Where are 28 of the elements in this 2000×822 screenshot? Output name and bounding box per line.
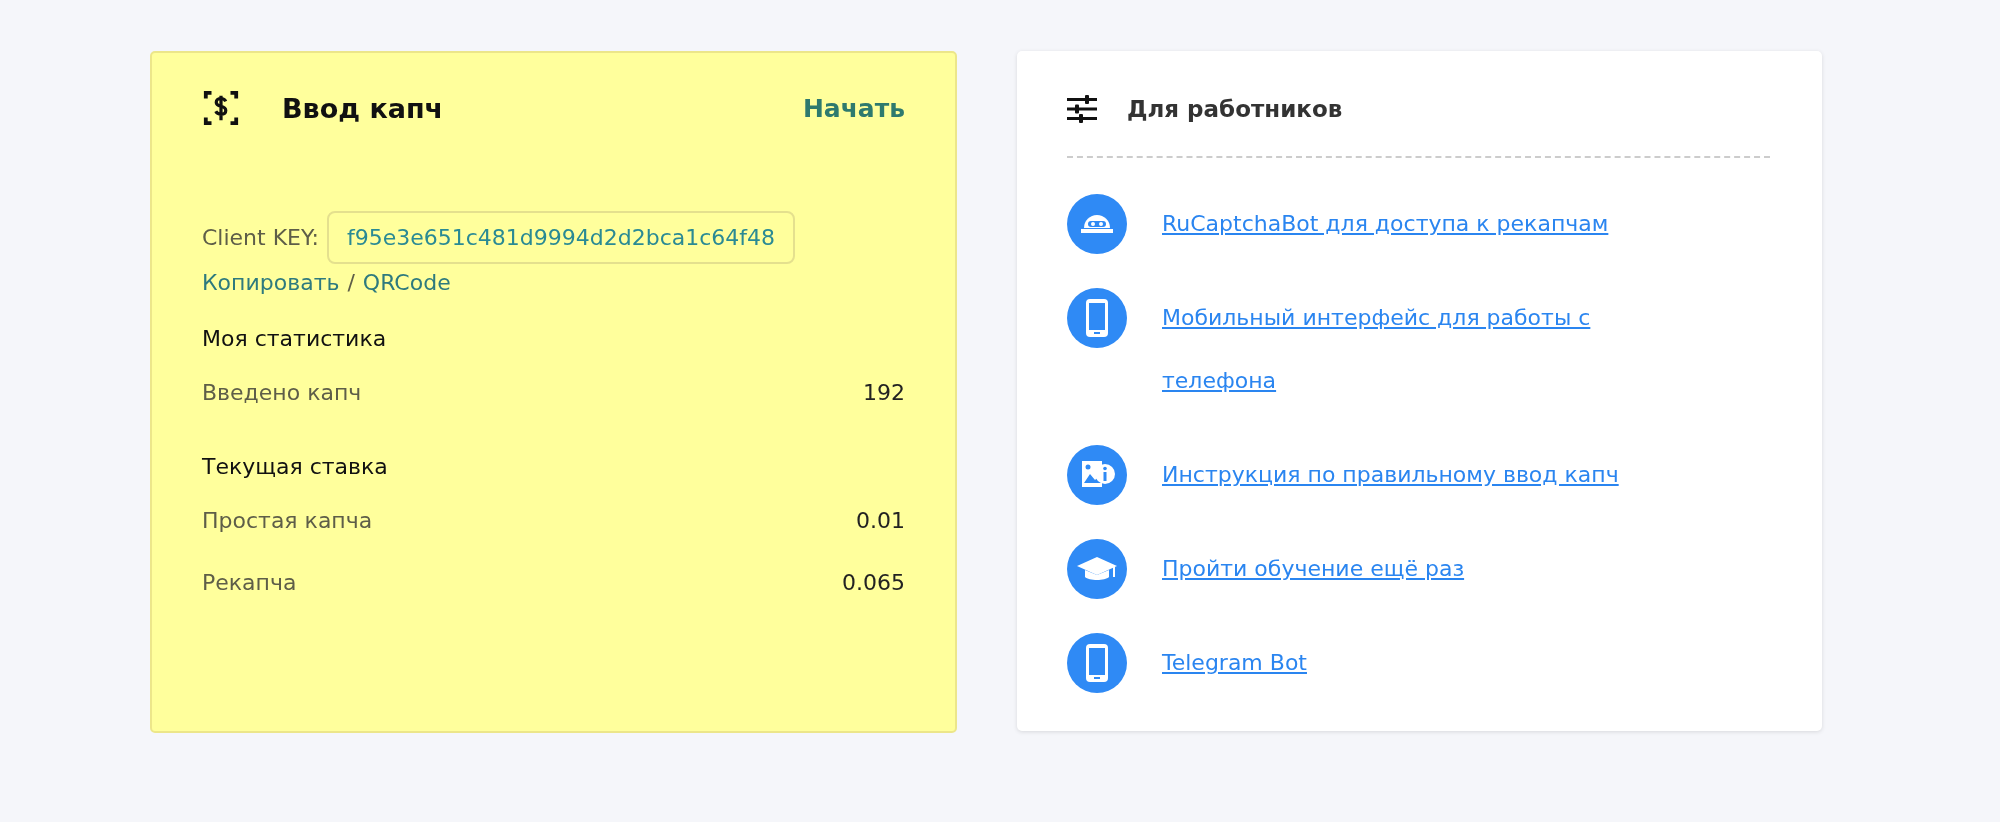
phone-icon (1067, 288, 1127, 348)
image-info-icon (1067, 445, 1127, 505)
card-title: Ввод капч (282, 92, 444, 124)
section-heading: Моя статистика (202, 325, 388, 353)
qrcode-link[interactable]: QRCode (362, 270, 451, 295)
dollar-icon (202, 89, 240, 127)
worker-link[interactable]: Инструкция по правильному ввод капч (1162, 443, 1619, 506)
start-link[interactable]: Начать (802, 93, 905, 123)
robot-icon (1067, 194, 1127, 254)
card-title: Для работников (1127, 95, 1343, 122)
client-key-label: Client KEY: (202, 225, 319, 250)
client-key-field[interactable]: f95e3e651c481d9994d2d2bca1c64f48 (326, 211, 796, 264)
worker-link[interactable]: RuCaptchaBot для доступа к рекапчам (1162, 192, 1609, 255)
separator: / (347, 270, 355, 295)
sliders-icon (1067, 94, 1097, 123)
copy-link[interactable]: Копировать (202, 270, 340, 295)
section-heading: Текущая ставка (202, 453, 389, 481)
worker-link[interactable]: Мобильный интерфейс для работы с телефона (1162, 286, 1672, 412)
worker-link[interactable]: Пройти обучение ещё раз (1162, 537, 1465, 600)
stat-label: Рекапча (202, 569, 297, 595)
stat-label: Введено капч (202, 379, 362, 405)
stat-value: 0.065 (842, 569, 905, 595)
stat-value: 0.01 (856, 507, 905, 533)
phone-icon (1067, 633, 1127, 693)
graduation-cap-icon (1067, 539, 1127, 599)
stat-value: 192 (863, 379, 905, 405)
worker-link[interactable]: Telegram Bot (1162, 631, 1307, 694)
stat-label: Простая капча (202, 507, 373, 533)
